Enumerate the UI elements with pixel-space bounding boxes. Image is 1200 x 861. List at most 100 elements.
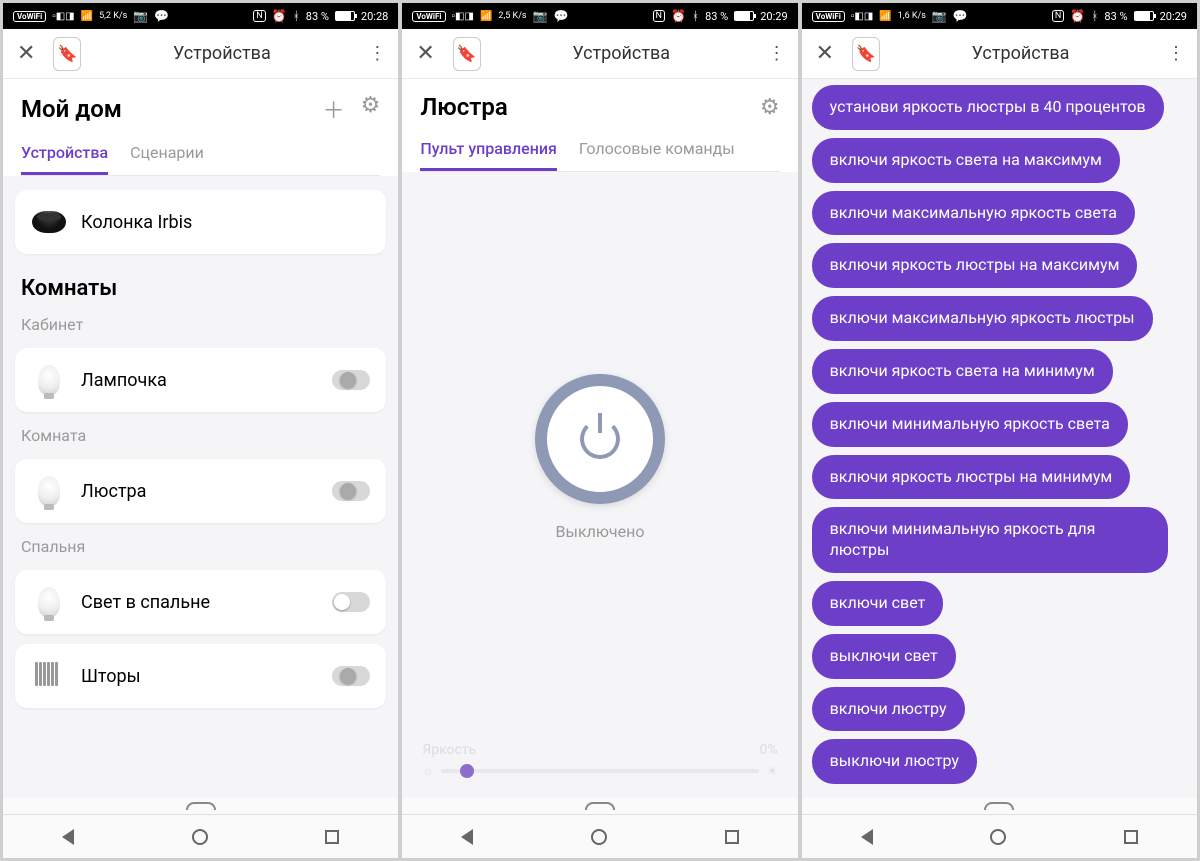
menu-dots-icon[interactable]: ⋮ — [1161, 37, 1189, 70]
alarm-icon: ⏰ — [671, 9, 686, 23]
voice-command-chip[interactable]: включи минимальную яркость для люстры — [812, 507, 1169, 573]
nav-back-icon[interactable] — [62, 829, 74, 845]
device-curtains[interactable]: Шторы — [15, 644, 386, 708]
alarm-icon: ⏰ — [1070, 9, 1085, 23]
tabs: Пульт управления Голосовые команды — [420, 131, 779, 172]
power-status-label: Выключено — [556, 522, 645, 541]
brightness-control: Яркость 0% ☼ ☀ — [402, 742, 797, 798]
nav-home-icon[interactable] — [990, 829, 1006, 845]
room-name: Комната — [21, 426, 380, 445]
gear-icon[interactable]: ⚙ — [361, 93, 381, 125]
voice-command-chip[interactable]: установи яркость люстры в 40 процентов — [812, 85, 1164, 130]
bookmark-icon[interactable]: 🔖 — [53, 37, 81, 71]
voice-command-chip[interactable]: включи свет — [812, 581, 944, 626]
signal-icon: ▫◧◨ — [52, 11, 74, 22]
page-header: Люстра ⚙ Пульт управления Голосовые кома… — [402, 79, 797, 172]
camera-icon: 📷 — [932, 9, 947, 23]
tab-voice[interactable]: Голосовые команды — [579, 131, 735, 171]
nav-recent-icon[interactable] — [325, 830, 339, 844]
signal-icon-2: 📶 — [81, 11, 93, 22]
browser-header: ✕ 🔖 Устройства ⋮ — [402, 29, 797, 79]
nav-bar — [802, 814, 1197, 858]
camera-icon: 📷 — [533, 9, 548, 23]
voice-command-chip[interactable]: включи люстру — [812, 687, 965, 732]
tabs: Устройства Сценарии — [21, 135, 380, 176]
power-button[interactable] — [535, 374, 665, 504]
tab-devices[interactable]: Устройства — [21, 135, 108, 175]
screen-1: VoWiFi ▫◧◨ 📶 5,2 K/s 📷 💬 N ⏰ ᚼ 83 % 20:2… — [2, 2, 399, 859]
bulb-icon — [38, 365, 60, 395]
bookmark-icon[interactable]: 🔖 — [453, 37, 481, 71]
voice-command-chip[interactable]: включи яркость люстры на максимум — [812, 243, 1138, 288]
voice-command-chip[interactable]: включи максимальную яркость люстры — [812, 296, 1153, 341]
page-url-title: Устройства — [493, 43, 750, 64]
close-icon[interactable]: ✕ — [11, 35, 41, 72]
signal-icon-2: 📶 — [879, 11, 891, 22]
nav-recent-icon[interactable] — [725, 830, 739, 844]
clock: 20:29 — [760, 10, 787, 23]
page-title: Мой дом — [21, 95, 122, 123]
device-bulb-komnata[interactable]: Люстра — [15, 459, 386, 523]
gear-icon[interactable]: ⚙ — [760, 95, 780, 120]
browser-header: ✕ 🔖 Устройства ⋮ — [3, 29, 398, 79]
nav-bar — [402, 814, 797, 858]
tab-scenarios[interactable]: Сценарии — [130, 135, 204, 175]
toggle-switch[interactable] — [332, 666, 370, 686]
close-icon[interactable]: ✕ — [810, 35, 840, 72]
nav-home-icon[interactable] — [192, 829, 208, 845]
add-icon[interactable]: ＋ — [323, 93, 345, 125]
vowifi-badge: VoWiFi — [13, 11, 46, 22]
bluetooth-icon: ᚼ — [692, 9, 699, 23]
brightness-value: 0% — [760, 742, 778, 758]
page-title: Люстра — [420, 93, 507, 121]
voice-command-chip[interactable]: включи яркость люстры на минимум — [812, 455, 1131, 500]
nav-bar — [3, 814, 398, 858]
device-bulb-spalnya[interactable]: Свет в спальне — [15, 570, 386, 634]
voice-command-chip[interactable]: выключи свет — [812, 634, 956, 679]
status-bar: VoWiFi ▫◧◨ 📶 1,6 K/s 📷 💬 N ⏰ ᚼ 83 % 20:2… — [802, 3, 1197, 29]
voice-command-chip[interactable]: включи яркость света на максимум — [812, 138, 1120, 183]
nav-recent-icon[interactable] — [1124, 830, 1138, 844]
voice-command-chip[interactable]: включи максимальную яркость света — [812, 191, 1135, 236]
nav-back-icon[interactable] — [461, 829, 473, 845]
menu-dots-icon[interactable]: ⋮ — [362, 37, 390, 70]
sun-large-icon: ☀ — [767, 764, 778, 778]
power-control-area: Выключено — [402, 172, 797, 742]
bookmark-icon[interactable]: 🔖 — [852, 37, 880, 71]
brightness-slider[interactable] — [441, 769, 759, 773]
voice-command-chip[interactable]: включи минимальную яркость света — [812, 402, 1128, 447]
speaker-icon — [32, 211, 66, 233]
device-speaker[interactable]: Колонка Irbis — [15, 190, 386, 254]
signal-icon: ▫◧◨ — [851, 11, 873, 22]
bluetooth-icon: ᚼ — [1091, 9, 1098, 23]
tab-remote[interactable]: Пульт управления — [420, 131, 557, 171]
swipe-handle[interactable] — [402, 798, 797, 814]
signal-icon-2: 📶 — [480, 11, 492, 22]
toggle-switch[interactable] — [332, 592, 370, 612]
battery-icon — [1134, 11, 1154, 21]
slider-thumb[interactable] — [460, 764, 474, 778]
menu-dots-icon[interactable]: ⋮ — [762, 37, 790, 70]
network-speed: 5,2 K/s — [99, 12, 127, 21]
page-url-title: Устройства — [93, 43, 350, 64]
nfc-icon: N — [653, 10, 665, 22]
screen-2: VoWiFi ▫◧◨ 📶 2,5 K/s 📷 💬 N ⏰ ᚼ 83 % 20:2… — [401, 2, 798, 859]
voice-command-chip[interactable]: включи яркость света на минимум — [812, 349, 1113, 394]
voice-command-chip[interactable]: выключи люстру — [812, 739, 977, 784]
nav-back-icon[interactable] — [861, 829, 873, 845]
messenger-icon: 💬 — [953, 9, 968, 23]
device-label: Колонка Irbis — [81, 212, 370, 233]
content-area: Колонка Irbis Комнаты Кабинет Лампочка К… — [3, 176, 398, 798]
nav-home-icon[interactable] — [591, 829, 607, 845]
battery-percent: 83 % — [1104, 10, 1127, 23]
page-header: Мой дом ＋ ⚙ Устройства Сценарии — [3, 79, 398, 176]
close-icon[interactable]: ✕ — [410, 35, 440, 72]
network-speed: 1,6 K/s — [898, 12, 926, 21]
battery-percent: 83 % — [306, 10, 329, 23]
swipe-handle[interactable] — [802, 798, 1197, 814]
toggle-switch[interactable] — [332, 481, 370, 501]
swipe-handle[interactable] — [3, 798, 398, 814]
toggle-switch[interactable] — [332, 370, 370, 390]
device-bulb-kabinet[interactable]: Лампочка — [15, 348, 386, 412]
battery-icon — [734, 11, 754, 21]
